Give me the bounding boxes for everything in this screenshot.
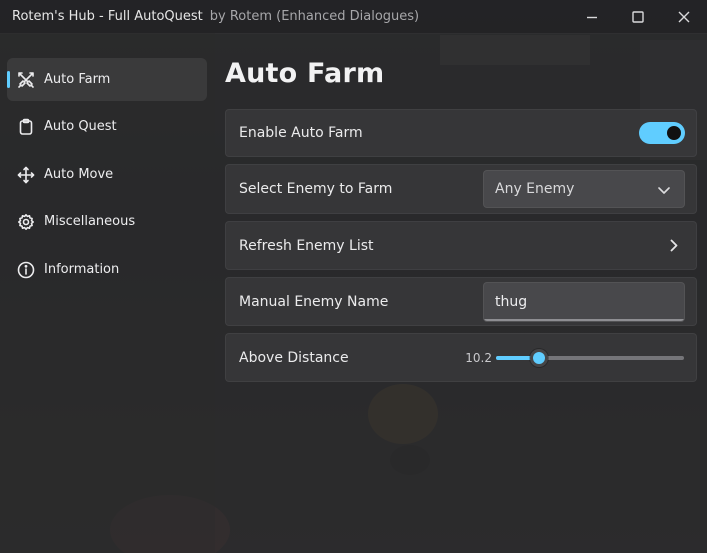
sidebar-item-label: Information <box>44 262 120 277</box>
maximize-icon <box>632 10 644 23</box>
row-label: Manual Enemy Name <box>239 293 389 310</box>
sidebar: Auto Farm Auto Quest Auto Move Miscellan… <box>0 33 215 553</box>
window-controls <box>569 0 707 33</box>
move-arrows-icon <box>17 166 35 184</box>
sidebar-item-label: Auto Move <box>44 167 114 182</box>
window-title: Rotem's Hub - Full AutoQuest <box>12 9 203 24</box>
minimize-button[interactable] <box>569 0 615 33</box>
clipboard-icon <box>17 118 35 136</box>
enable-auto-farm-toggle[interactable] <box>639 122 685 144</box>
above-distance-slider[interactable] <box>496 348 684 367</box>
row-label: Refresh Enemy List <box>239 237 374 254</box>
chevron-right-icon <box>670 236 678 255</box>
chevron-down-icon <box>658 180 670 199</box>
gear-icon <box>17 213 35 231</box>
slider-thumb-inner <box>533 351 546 364</box>
select-enemy-row: Select Enemy to Farm Any Enemy <box>225 164 697 214</box>
sidebar-item-auto-farm[interactable]: Auto Farm <box>7 58 207 101</box>
input-underline <box>484 318 684 321</box>
manual-enemy-name-input[interactable] <box>484 282 684 321</box>
dropdown-selected-value: Any Enemy <box>495 181 575 197</box>
slider-value: 10.2 <box>465 350 492 365</box>
sidebar-item-miscellaneous[interactable]: Miscellaneous <box>7 200 207 243</box>
info-icon <box>17 261 35 279</box>
swords-icon <box>17 71 35 89</box>
manual-enemy-name-field[interactable] <box>483 281 685 322</box>
enable-auto-farm-row[interactable]: Enable Auto Farm <box>225 109 697 157</box>
page-title: Auto Farm <box>225 58 385 89</box>
sidebar-item-label: Auto Farm <box>44 72 111 87</box>
title-bar[interactable]: Rotem's Hub - Full AutoQuest by Rotem (E… <box>0 0 707 34</box>
sidebar-item-auto-quest[interactable]: Auto Quest <box>7 105 207 148</box>
row-label: Above Distance <box>239 349 349 366</box>
slider-thumb[interactable] <box>530 348 549 367</box>
app-window: Rotem's Hub - Full AutoQuest by Rotem (E… <box>0 0 707 553</box>
above-distance-row: Above Distance 10.2 <box>225 333 697 382</box>
sidebar-item-information[interactable]: Information <box>7 248 207 291</box>
maximize-button[interactable] <box>615 0 661 33</box>
close-button[interactable] <box>661 0 707 33</box>
row-label: Select Enemy to Farm <box>239 181 393 197</box>
sidebar-item-auto-move[interactable]: Auto Move <box>7 153 207 196</box>
toggle-knob <box>667 126 681 140</box>
refresh-enemy-list-button[interactable]: Refresh Enemy List <box>225 221 697 270</box>
sidebar-item-label: Auto Quest <box>44 119 117 134</box>
sidebar-item-label: Miscellaneous <box>44 214 136 229</box>
enemy-dropdown[interactable]: Any Enemy <box>483 170 685 208</box>
active-indicator <box>7 71 10 88</box>
minimize-icon <box>587 16 597 18</box>
row-label: Enable Auto Farm <box>239 125 363 141</box>
window-subtitle: by Rotem (Enhanced Dialogues) <box>209 9 420 24</box>
close-icon <box>678 11 690 22</box>
manual-enemy-name-row: Manual Enemy Name <box>225 277 697 326</box>
